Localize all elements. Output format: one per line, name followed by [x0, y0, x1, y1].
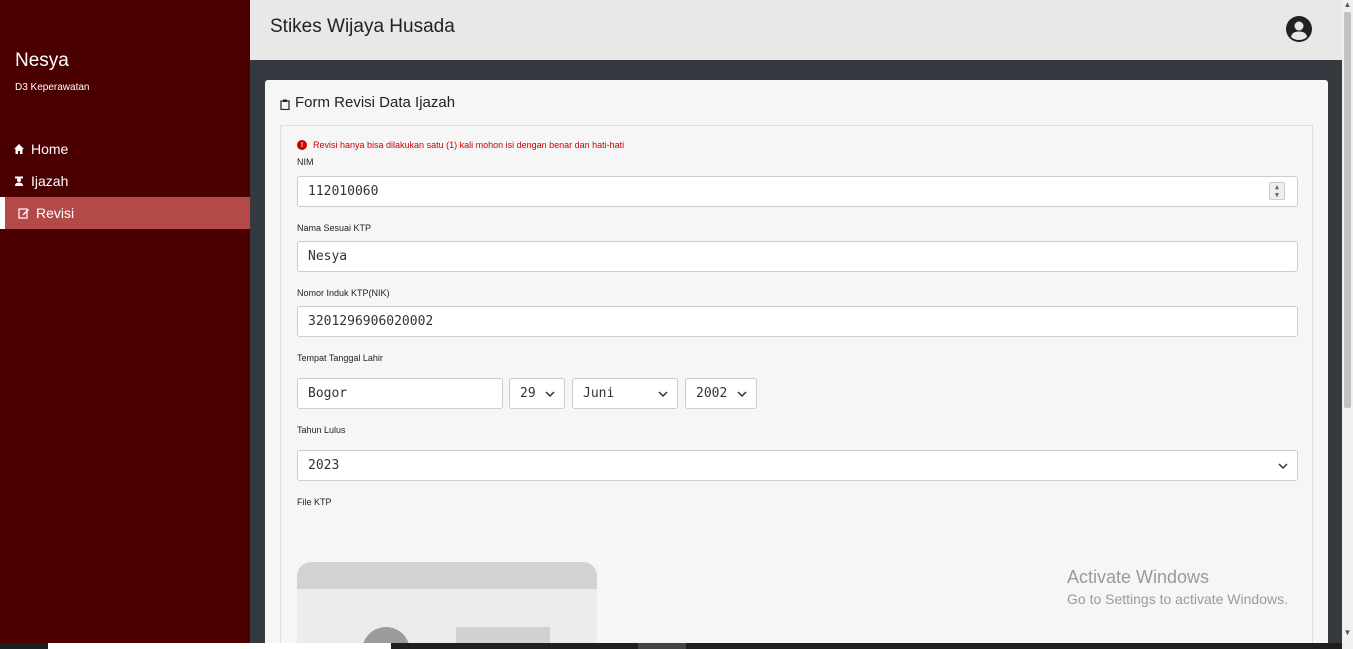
tahun-lulus-select[interactable]: 2023: [297, 450, 1298, 481]
user-prodi: D3 Keperawatan: [15, 82, 90, 93]
tahun-lahir-select[interactable]: 2002: [685, 378, 757, 409]
taskbar-app[interactable]: [638, 643, 686, 649]
tahun-lahir-value: 2002: [696, 386, 728, 401]
sidebar-item-label: Home: [31, 141, 69, 157]
form-title: Form Revisi Data Ijazah: [295, 94, 456, 111]
bulan-value: Juni: [583, 386, 615, 401]
edit-icon: [18, 207, 30, 219]
watermark-subtitle: Go to Settings to activate Windows.: [1067, 591, 1288, 607]
bulan-select[interactable]: Juni: [572, 378, 678, 409]
activate-windows-watermark: Activate Windows Go to Settings to activ…: [1067, 567, 1288, 607]
top-header: Stikes Wijaya Husada: [250, 0, 1342, 60]
tahun-lulus-label: Tahun Lulus: [297, 425, 346, 435]
nim-label: NIM: [297, 157, 314, 167]
sidebar-item-revisi[interactable]: Revisi: [0, 197, 250, 229]
chevron-down-icon: [736, 388, 748, 400]
card-title: Form Revisi Data Ijazah: [280, 94, 455, 111]
nim-stepper[interactable]: ▲ ▼: [1269, 182, 1285, 200]
page-scrollbar[interactable]: ▲ ▼: [1342, 0, 1353, 649]
nik-value: 3201296906020002: [308, 314, 434, 329]
tanggal-select[interactable]: 29: [509, 378, 565, 409]
scroll-up-icon[interactable]: ▲: [1342, 0, 1353, 11]
graduate-icon: [13, 175, 25, 187]
form-card: Form Revisi Data Ijazah ! Revisi hanya b…: [265, 80, 1328, 649]
alert-text: Revisi hanya bisa dilakukan satu (1) kal…: [313, 140, 625, 150]
chevron-down-icon: [544, 388, 556, 400]
sidebar-item-label: Revisi: [36, 205, 75, 221]
ttl-label: Tempat Tanggal Lahir: [297, 353, 383, 363]
nama-value: Nesya: [308, 249, 348, 264]
nim-value: 112010060: [308, 184, 379, 199]
user-circle-icon[interactable]: [1286, 16, 1312, 42]
sidebar-item-label: Ijazah: [31, 173, 69, 189]
nama-label: Nama Sesuai KTP: [297, 223, 372, 233]
ktp-image-placeholder: [297, 562, 597, 649]
scroll-down-icon[interactable]: ▼: [1342, 628, 1353, 639]
scroll-thumb[interactable]: [1344, 12, 1351, 408]
nik-label: Nomor Induk KTP(NIK): [297, 288, 390, 298]
chevron-down-icon: [1277, 460, 1289, 472]
nik-input[interactable]: 3201296906020002: [297, 306, 1298, 337]
sidebar-nav: Home Ijazah Revisi: [0, 133, 250, 229]
placeholder-header: [297, 562, 597, 589]
taskbar: [0, 643, 1342, 649]
tanggal-value: 29: [520, 386, 536, 401]
taskbar-search[interactable]: [48, 643, 391, 649]
sidebar-item-ijazah[interactable]: Ijazah: [0, 165, 250, 197]
watermark-title: Activate Windows: [1067, 567, 1210, 587]
home-icon: [13, 143, 25, 155]
revision-alert: ! Revisi hanya bisa dilakukan satu (1) k…: [297, 140, 624, 150]
tempat-lahir-value: Bogor: [308, 386, 348, 401]
chevron-down-icon: [657, 388, 669, 400]
tahun-lulus-value: 2023: [308, 458, 340, 473]
page-title: Stikes Wijaya Husada: [270, 16, 455, 37]
sidebar-item-home[interactable]: Home: [0, 133, 250, 165]
tempat-lahir-input[interactable]: Bogor: [297, 378, 503, 409]
alert-icon: !: [297, 140, 307, 150]
clipboard-icon: [280, 97, 290, 111]
file-ktp-label: File KTP: [297, 497, 332, 507]
user-name: Nesya: [15, 50, 69, 71]
nama-input[interactable]: Nesya: [297, 241, 1298, 272]
nim-input[interactable]: 112010060 ▲ ▼: [297, 176, 1298, 207]
sidebar: Nesya D3 Keperawatan Home Ijazah Revisi: [0, 0, 250, 649]
